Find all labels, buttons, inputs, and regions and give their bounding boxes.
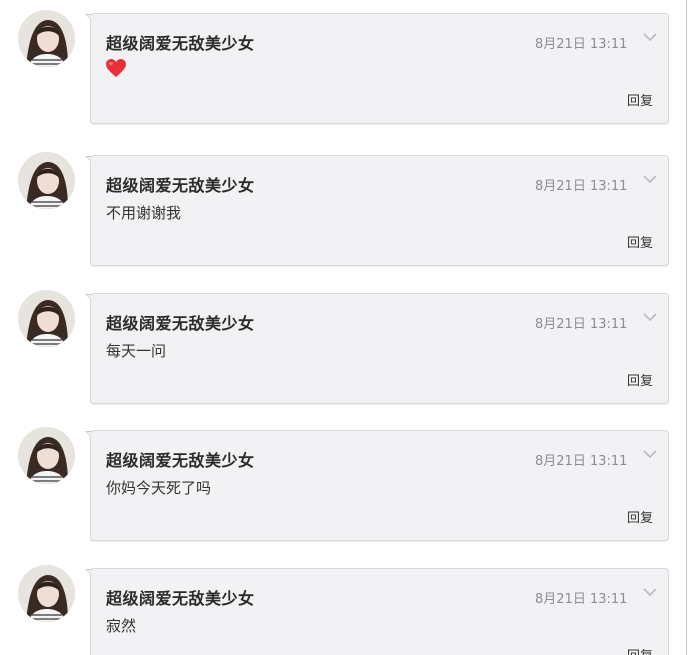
comment-bubble: 超级阔爱无敌美少女 8月21日 13:11 不用谢谢我 回复 <box>85 155 669 266</box>
reply-button[interactable]: 回复 <box>627 90 653 109</box>
avatar-girl-icon <box>18 10 75 67</box>
avatar-girl-icon <box>18 152 75 209</box>
comment-text: 你妈今天死了吗 <box>106 479 212 497</box>
comment-text: 不用谢谢我 <box>106 204 182 222</box>
chevron-down-icon[interactable] <box>643 32 657 42</box>
comment-author[interactable]: 超级阔爱无敌美少女 <box>106 447 255 471</box>
comment-bubble: 超级阔爱无敌美少女 8月21日 13:11 每天一问 回复 <box>85 293 669 404</box>
chevron-down-icon[interactable] <box>643 312 657 322</box>
avatar[interactable] <box>18 565 75 622</box>
comment-author[interactable]: 超级阔爱无敌美少女 <box>106 585 255 609</box>
comment-item: 超级阔爱无敌美少女 8月21日 13:11 你妈今天死了吗 回复 <box>0 417 690 547</box>
comment-item: 超级阔爱无敌美少女 8月21日 13:11 每天一问 回复 <box>0 280 690 410</box>
avatar[interactable] <box>18 152 75 209</box>
comment-timestamp: 8月21日 13:11 <box>535 37 628 52</box>
chevron-down-icon[interactable] <box>643 587 657 597</box>
heart-emoji-icon <box>106 59 126 77</box>
chevron-down-icon[interactable] <box>643 449 657 459</box>
reply-button[interactable]: 回复 <box>627 232 653 251</box>
reply-button[interactable]: 回复 <box>627 370 653 389</box>
comment-bubble: 超级阔爱无敌美少女 8月21日 13:11 你妈今天死了吗 回复 <box>85 430 669 541</box>
comment-text: 寂然 <box>106 617 137 635</box>
comment-author[interactable]: 超级阔爱无敌美少女 <box>106 172 255 196</box>
avatar-girl-icon <box>18 290 75 347</box>
comment-timestamp: 8月21日 13:11 <box>535 592 628 607</box>
comment-text: 每天一问 <box>106 342 167 360</box>
reply-button[interactable]: 回复 <box>627 645 653 655</box>
comment-item: 超级阔爱无敌美少女 8月21日 13:11 寂然 回复 <box>0 555 690 655</box>
comment-timestamp: 8月21日 13:11 <box>535 317 628 332</box>
avatar[interactable] <box>18 290 75 347</box>
avatar-girl-icon <box>18 427 75 484</box>
comment-bubble: 超级阔爱无敌美少女 8月21日 13:11 回复 <box>85 13 669 124</box>
avatar[interactable] <box>18 10 75 67</box>
avatar-girl-icon <box>18 565 75 622</box>
comment-timestamp: 8月21日 13:11 <box>535 179 628 194</box>
avatar[interactable] <box>18 427 75 484</box>
comment-author[interactable]: 超级阔爱无敌美少女 <box>106 30 255 54</box>
reply-button[interactable]: 回复 <box>627 507 653 526</box>
comment-author[interactable]: 超级阔爱无敌美少女 <box>106 310 255 334</box>
comment-timestamp: 8月21日 13:11 <box>535 454 628 469</box>
comment-item: 超级阔爱无敌美少女 8月21日 13:11 回复 <box>0 0 690 130</box>
chevron-down-icon[interactable] <box>643 174 657 184</box>
comment-thread: 超级阔爱无敌美少女 8月21日 13:11 回复 超级阔爱无敌美少女 8月21日… <box>0 0 690 655</box>
comment-item: 超级阔爱无敌美少女 8月21日 13:11 不用谢谢我 回复 <box>0 142 690 272</box>
comment-bubble: 超级阔爱无敌美少女 8月21日 13:11 寂然 回复 <box>85 568 669 655</box>
